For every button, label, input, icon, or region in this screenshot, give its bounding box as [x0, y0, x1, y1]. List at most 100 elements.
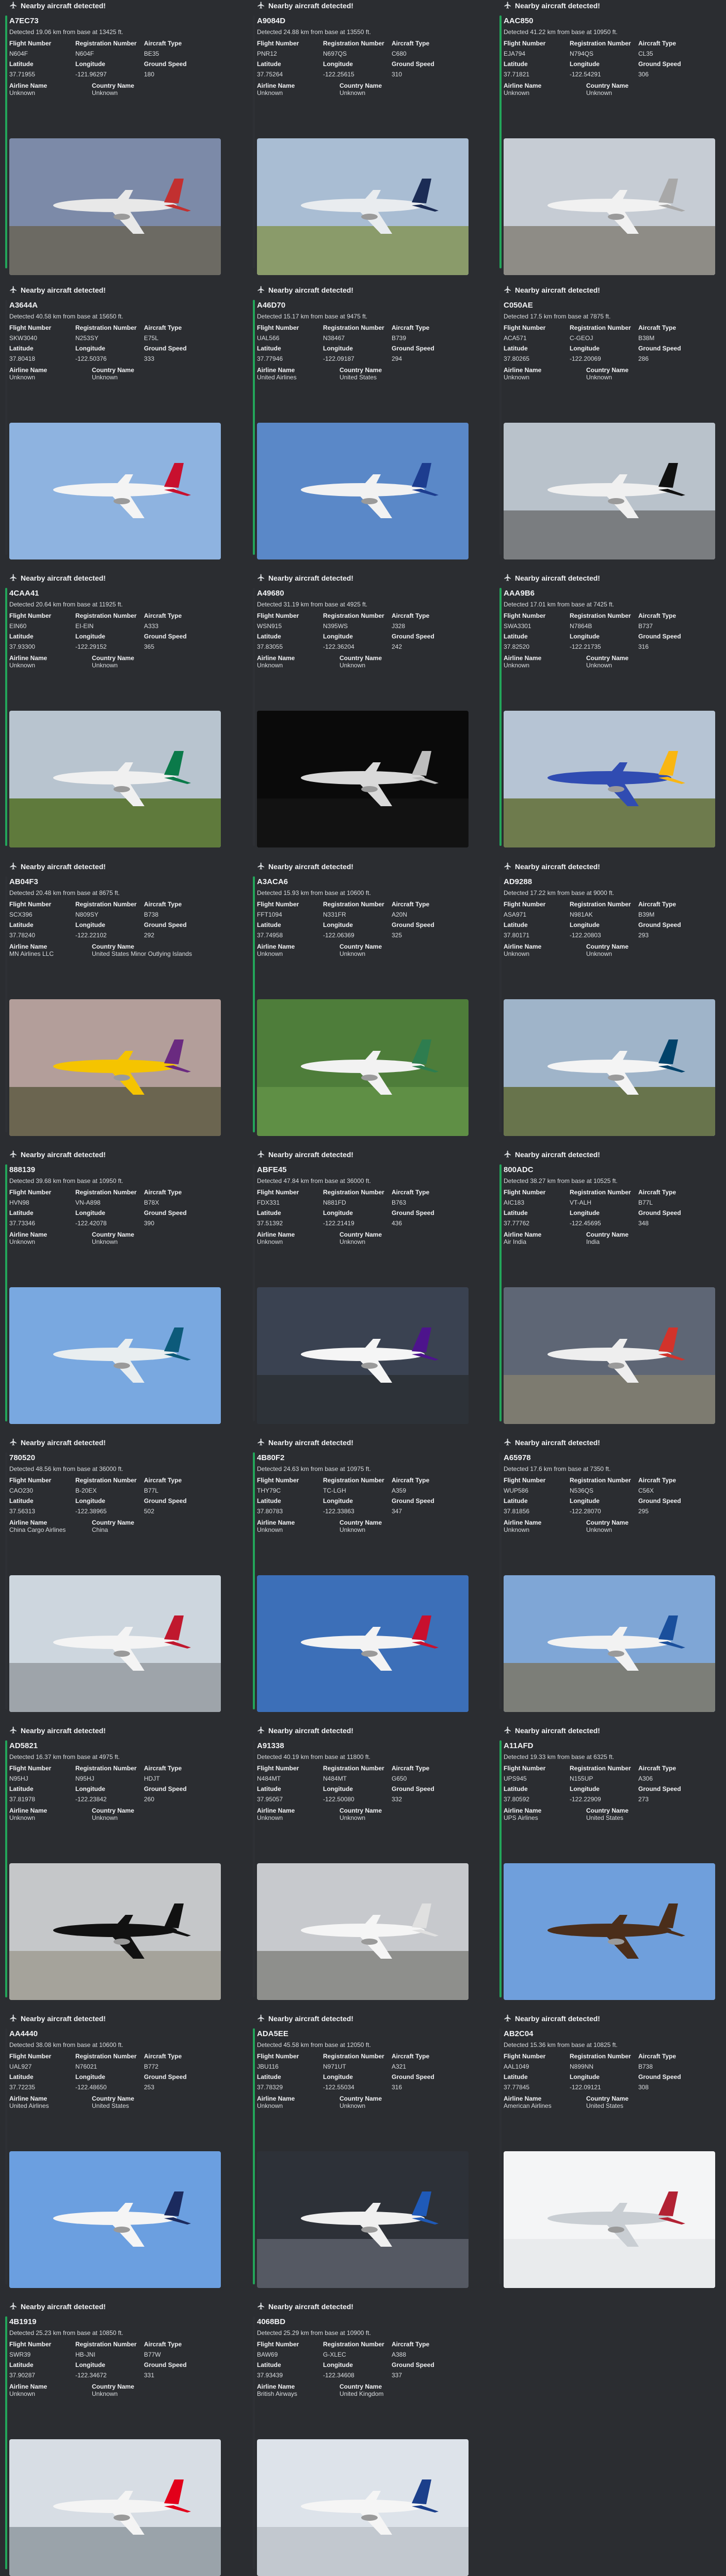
embed-author: Nearby aircraft detected! — [9, 861, 221, 872]
registration-number-value: VT-ALH — [570, 1199, 592, 1206]
aircraft-type-label: Aircraft Type — [392, 2341, 430, 2348]
latitude-value: 37.56313 — [9, 1508, 36, 1515]
embed-accent-bar — [253, 2316, 255, 2569]
embed-accent-bar — [5, 588, 7, 846]
aircraft-photo[interactable] — [9, 2151, 221, 2288]
aircraft-photo[interactable] — [9, 1863, 221, 2000]
country-name-value: Unknown — [92, 89, 118, 97]
country-name-label: Country Name — [586, 82, 629, 89]
longitude-value: -122.21419 — [323, 1220, 354, 1227]
flight-number-value: FFT1094 — [257, 911, 282, 918]
aircraft-photo[interactable] — [504, 1575, 715, 1712]
longitude-label: Longitude — [323, 60, 353, 68]
detection-description: Detected 17.5 km from base at 7875 ft. — [504, 313, 611, 320]
aircraft-photo[interactable] — [9, 423, 221, 559]
embed-accent-bar — [253, 1164, 255, 1421]
country-name-value: Unknown — [92, 2390, 118, 2397]
aircraft-photo[interactable] — [9, 1575, 221, 1712]
aircraft-photo[interactable] — [9, 1287, 221, 1424]
embed-accent-bar — [5, 876, 7, 1132]
aircraft-hex-title: A3644A — [9, 301, 38, 310]
airline-name-value: MN Airlines LLC — [9, 950, 54, 957]
detection-description: Detected 48.56 km from base at 36000 ft. — [9, 1465, 123, 1473]
embed-accent-bar — [5, 300, 7, 555]
aircraft-photo[interactable] — [504, 138, 715, 275]
aircraft-type-label: Aircraft Type — [392, 612, 430, 619]
aircraft-photo[interactable] — [504, 1287, 715, 1424]
embed-accent-bar — [5, 1740, 7, 1997]
aircraft-type-label: Aircraft Type — [638, 1189, 676, 1196]
airplane-icon — [9, 2302, 18, 2312]
aircraft-photo[interactable] — [257, 711, 469, 847]
country-name-value: Unknown — [340, 89, 366, 97]
aircraft-embed: Nearby aircraft detected! AA4440 Detecte… — [5, 2013, 221, 2288]
airline-name-label: Airline Name — [257, 82, 295, 89]
aircraft-photo[interactable] — [257, 1575, 469, 1712]
latitude-value: 37.51392 — [257, 1220, 283, 1227]
aircraft-fields-row-2: Airline Name Country Name Unknown Unknow… — [504, 943, 715, 957]
flight-number-value: N604F — [9, 50, 28, 57]
longitude-value: -122.50080 — [323, 1796, 354, 1803]
registration-number-label: Registration Number — [323, 612, 384, 619]
aircraft-fields-row-1: Flight Number Registration Number Aircra… — [9, 40, 221, 78]
aircraft-embed: Nearby aircraft detected! A65978 Detecte… — [499, 1437, 715, 1712]
registration-number-label: Registration Number — [75, 1189, 137, 1196]
registration-number-label: Registration Number — [570, 1765, 631, 1772]
airline-name-label: Airline Name — [257, 2095, 295, 2102]
embed-author: Nearby aircraft detected! — [9, 0, 221, 11]
detection-description: Detected 15.36 km from base at 10825 ft. — [504, 2041, 618, 2049]
ground-speed-value: 242 — [392, 643, 402, 650]
aircraft-photo[interactable] — [9, 138, 221, 275]
longitude-label: Longitude — [570, 921, 600, 929]
aircraft-hex-title: A65978 — [504, 1453, 531, 1462]
longitude-label: Longitude — [75, 1785, 105, 1793]
aircraft-photo[interactable] — [504, 1863, 715, 2000]
registration-number-label: Registration Number — [570, 1477, 631, 1484]
embed-author-text: Nearby aircraft detected! — [21, 286, 106, 294]
registration-number-label: Registration Number — [75, 1477, 137, 1484]
longitude-value: -122.54291 — [570, 71, 601, 78]
longitude-value: -122.38965 — [75, 1508, 107, 1515]
detection-description: Detected 15.93 km from base at 10600 ft. — [257, 889, 371, 897]
longitude-value: -122.36204 — [323, 643, 354, 650]
latitude-label: Latitude — [257, 345, 281, 352]
aircraft-fields-row-2: Airline Name Country Name United Airline… — [9, 2095, 221, 2109]
aircraft-photo[interactable] — [257, 423, 469, 559]
aircraft-photo[interactable] — [257, 138, 469, 275]
aircraft-photo[interactable] — [504, 2151, 715, 2288]
embed-accent-bar — [499, 2028, 502, 2284]
ground-speed-label: Ground Speed — [392, 921, 434, 929]
flight-number-label: Flight Number — [504, 901, 546, 908]
aircraft-photo[interactable] — [257, 1287, 469, 1424]
aircraft-photo[interactable] — [257, 2151, 469, 2288]
embed-author: Nearby aircraft detected! — [257, 1149, 469, 1160]
aircraft-photo[interactable] — [9, 711, 221, 847]
airline-name-value: American Airlines — [504, 2102, 552, 2109]
latitude-value: 37.78329 — [257, 2084, 283, 2091]
aircraft-photo[interactable] — [9, 999, 221, 1136]
aircraft-photo[interactable] — [504, 423, 715, 559]
aircraft-type-label: Aircraft Type — [392, 2053, 430, 2060]
aircraft-photo[interactable] — [504, 999, 715, 1136]
longitude-value: -122.25615 — [323, 71, 354, 78]
longitude-value: -122.22909 — [570, 1796, 601, 1803]
country-name-value: United States — [340, 374, 377, 381]
registration-number-value: C-GEOJ — [570, 334, 593, 342]
airline-name-label: Airline Name — [257, 943, 295, 950]
aircraft-fields-row-2: Airline Name Country Name Unknown Unknow… — [257, 1231, 469, 1245]
ground-speed-label: Ground Speed — [392, 2361, 434, 2369]
country-name-label: Country Name — [340, 1519, 382, 1526]
aircraft-photo[interactable] — [9, 2439, 221, 2576]
aircraft-photo[interactable] — [257, 1863, 469, 2000]
flight-number-label: Flight Number — [504, 324, 546, 331]
flight-number-value: EIN60 — [9, 622, 27, 630]
registration-number-value: N697QS — [323, 50, 347, 57]
country-name-label: Country Name — [586, 1231, 629, 1238]
aircraft-fields-row-1: Flight Number Registration Number Aircra… — [504, 1189, 715, 1227]
aircraft-photo[interactable] — [257, 999, 469, 1136]
aircraft-photo[interactable] — [504, 711, 715, 847]
aircraft-photo[interactable] — [257, 2439, 469, 2576]
embed-accent-bar — [5, 15, 7, 268]
latitude-value: 37.80783 — [257, 1508, 283, 1515]
ground-speed-value: 306 — [638, 71, 649, 78]
